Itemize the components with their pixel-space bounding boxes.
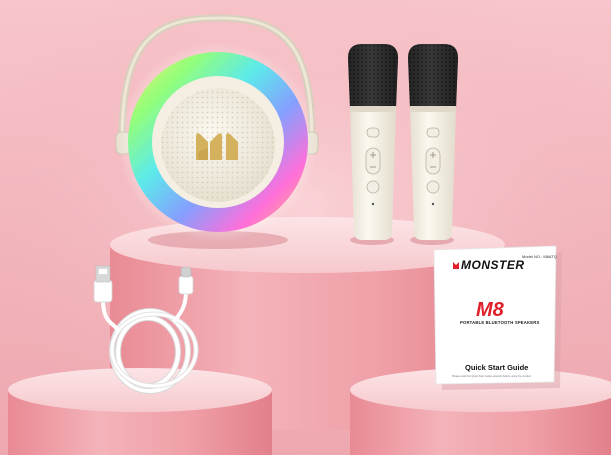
left-pedestal [8,368,272,455]
mic-left-volume-button [365,147,381,175]
booklet-guide-title: Quick Start Guide [465,363,528,372]
booklet-fine-print: Please read this Quick Start Guide caref… [452,374,531,378]
booklet-model-no: Model NO.: M8ATQ [522,254,557,259]
booklet-subtitle: PORTABLE BLUETOOTH SPEAKERS [460,320,539,325]
mic-right-power-button [426,127,440,138]
microphone-left [348,44,398,240]
usb-a-connector-icon [93,265,113,303]
mic-left-power-button [366,127,380,138]
speaker [118,42,318,242]
booklet-model: M8 [476,299,505,321]
microphone-right [408,44,458,240]
booklet-brand: MONSTER [461,258,525,272]
monster-logo-icon [196,133,238,160]
product-photo: Model NO.: M8ATQ MONSTER M8 PORTABLE BLU… [0,0,611,455]
product-scene: Model NO.: M8ATQ MONSTER M8 PORTABLE BLU… [0,0,611,455]
mic-right-volume-button [425,147,441,175]
usb-c-connector-icon [178,266,194,295]
mic-left-mode-button [366,180,380,194]
quick-start-guide-booklet: Model NO.: M8ATQ MONSTER M8 PORTABLE BLU… [433,245,562,390]
mic-right-mode-button [426,180,440,194]
